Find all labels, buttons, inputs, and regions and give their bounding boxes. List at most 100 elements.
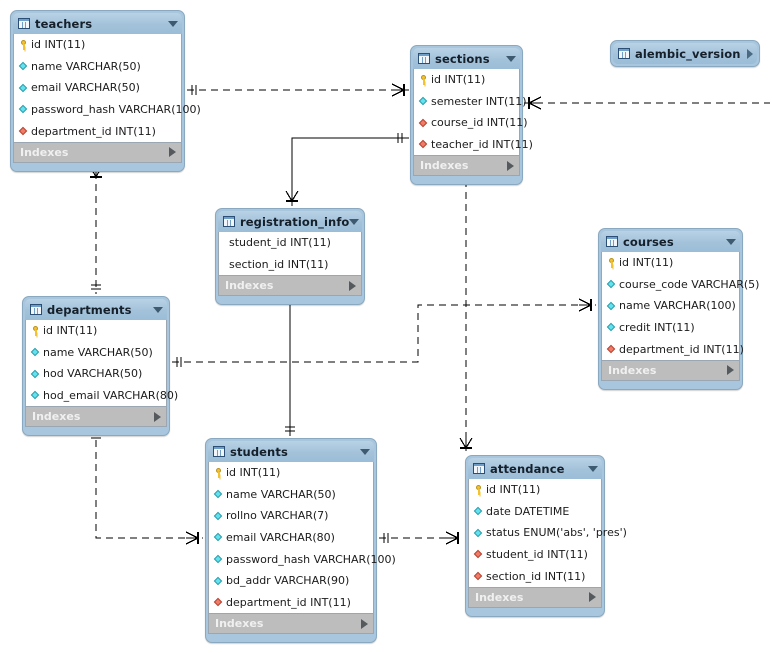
table-card-departments[interactable]: departments id INT(11) name VARCHAR(50) hod…: [22, 296, 178, 437]
column-row[interactable]: student_id INT(11): [469, 544, 601, 566]
column-row[interactable]: id INT(11): [209, 462, 373, 484]
column-label: name VARCHAR(50): [31, 59, 141, 73]
indexes-bar[interactable]: Indexes: [13, 142, 182, 163]
chevron-down-icon[interactable]: [349, 218, 360, 225]
column-icon: [19, 82, 28, 93]
table-card-students[interactable]: students id INT(11) name VARCHAR(50) rollno…: [205, 438, 396, 644]
table-card-teachers[interactable]: teachers id INT(11) name VARCHAR(50) email …: [10, 10, 201, 172]
table-header-departments[interactable]: departments: [25, 299, 167, 320]
column-row[interactable]: hod_email VARCHAR(80): [26, 385, 178, 407]
column-row[interactable]: name VARCHAR(100): [602, 295, 739, 317]
primary-key-icon: [31, 325, 40, 337]
column-row[interactable]: course_code VARCHAR(5): [602, 274, 759, 296]
column-row[interactable]: course_id INT(11): [414, 112, 528, 134]
column-icon: [19, 61, 28, 72]
table-card-sections[interactable]: sections id INT(11) semester INT(11) course…: [410, 45, 533, 186]
wire-sections-courses: [524, 96, 770, 110]
table-header-courses[interactable]: courses: [601, 231, 740, 252]
column-icon: [607, 322, 616, 333]
column-row[interactable]: credit INT(11): [602, 317, 739, 339]
column-label: department_id INT(11): [619, 342, 744, 356]
chevron-down-icon[interactable]: [168, 20, 178, 27]
column-label: rollno VARCHAR(7): [226, 509, 329, 523]
table-name-label: alembic_version: [635, 46, 741, 61]
table-card-attendance[interactable]: attendance id INT(11) date DATETIME status …: [465, 455, 627, 617]
chevron-right-icon[interactable]: [349, 280, 356, 291]
column-label: id INT(11): [486, 483, 541, 497]
chevron-right-icon[interactable]: [361, 618, 368, 629]
indexes-label: Indexes: [215, 617, 264, 631]
column-row[interactable]: password_hash VARCHAR(100): [14, 99, 201, 121]
column-row[interactable]: bd_addr VARCHAR(90): [209, 570, 373, 592]
column-row[interactable]: student_id INT(11): [219, 232, 361, 254]
table-header-teachers[interactable]: teachers: [13, 13, 182, 34]
column-row[interactable]: section_id INT(11): [469, 565, 601, 587]
indexes-bar[interactable]: Indexes: [25, 407, 167, 428]
wire-departments-students: [91, 433, 203, 545]
column-label: status ENUM('abs', 'pres'): [486, 526, 627, 540]
column-row[interactable]: password_hash VARCHAR(100): [209, 548, 396, 570]
table-name-label: courses: [623, 234, 674, 249]
column-row[interactable]: department_id INT(11): [602, 338, 744, 360]
primary-key-icon: [19, 39, 28, 51]
column-label: department_id INT(11): [226, 595, 351, 609]
indexes-bar[interactable]: Indexes: [413, 156, 520, 177]
indexes-bar[interactable]: Indexes: [468, 587, 602, 608]
column-row[interactable]: semester INT(11): [414, 91, 527, 113]
foreign-key-icon: [19, 126, 28, 137]
column-row[interactable]: id INT(11): [14, 34, 181, 56]
chevron-down-icon[interactable]: [588, 465, 598, 472]
column-row[interactable]: id INT(11): [414, 69, 519, 91]
column-row[interactable]: section_id INT(11): [219, 254, 361, 276]
column-row[interactable]: email VARCHAR(50): [14, 77, 181, 99]
table-header-alembic_version[interactable]: alembic_version: [613, 43, 757, 64]
table-card-courses[interactable]: courses id INT(11) course_code VARCHAR(5) n…: [598, 228, 759, 390]
indexes-bar[interactable]: Indexes: [208, 614, 374, 635]
foreign-key-icon: [214, 597, 223, 608]
column-row[interactable]: email VARCHAR(80): [209, 527, 373, 549]
table-header-sections[interactable]: sections: [413, 48, 520, 69]
column-label: section_id INT(11): [486, 569, 586, 583]
column-row[interactable]: rollno VARCHAR(7): [209, 505, 373, 527]
column-label: hod VARCHAR(50): [43, 367, 143, 381]
chevron-down-icon[interactable]: [726, 238, 736, 245]
table-header-registration_info[interactable]: registration_info: [218, 211, 362, 232]
column-row[interactable]: date DATETIME: [469, 501, 601, 523]
chevron-right-icon[interactable]: [507, 160, 514, 171]
indexes-bar[interactable]: Indexes: [218, 276, 362, 297]
er-diagram-canvas[interactable]: teachers id INT(11) name VARCHAR(50) email …: [0, 0, 772, 653]
chevron-right-icon[interactable]: [169, 147, 176, 158]
column-icon: [474, 506, 483, 517]
chevron-right-icon[interactable]: [727, 365, 734, 376]
column-row[interactable]: id INT(11): [26, 320, 166, 342]
foreign-key-icon: [419, 139, 428, 150]
table-card-alembic_version[interactable]: alembic_version: [610, 40, 760, 67]
column-label: password_hash VARCHAR(100): [31, 103, 201, 117]
column-row[interactable]: department_id INT(11): [14, 120, 181, 142]
table-header-attendance[interactable]: attendance: [468, 458, 602, 479]
column-row[interactable]: id INT(11): [602, 252, 739, 274]
chevron-down-icon[interactable]: [360, 448, 370, 455]
column-row[interactable]: id INT(11): [469, 479, 601, 501]
column-row[interactable]: name VARCHAR(50): [209, 484, 373, 506]
column-list: id INT(11) name VARCHAR(50) email VARCHAR(…: [13, 34, 201, 143]
table-header-students[interactable]: students: [208, 441, 374, 462]
column-row[interactable]: name VARCHAR(50): [26, 342, 166, 364]
indexes-bar[interactable]: Indexes: [601, 360, 740, 381]
column-label: name VARCHAR(100): [619, 299, 736, 313]
column-row[interactable]: teacher_id INT(11): [414, 134, 533, 156]
chevron-right-icon[interactable]: [154, 411, 161, 422]
column-row[interactable]: hod VARCHAR(50): [26, 363, 166, 385]
table-card-registration_info[interactable]: registration_info student_id INT(11) secti…: [215, 208, 365, 306]
column-row[interactable]: status ENUM('abs', 'pres'): [469, 522, 627, 544]
column-row[interactable]: name VARCHAR(50): [14, 56, 181, 78]
column-row[interactable]: department_id INT(11): [209, 592, 373, 614]
column-label: password_hash VARCHAR(100): [226, 552, 396, 566]
chevron-down-icon[interactable]: [153, 306, 163, 313]
chevron-right-icon[interactable]: [589, 592, 596, 603]
chevron-down-icon[interactable]: [506, 55, 516, 62]
wire-sections-attendance: [459, 175, 473, 453]
column-label: course_id INT(11): [431, 116, 528, 130]
column-label: id INT(11): [619, 256, 674, 270]
chevron-right-icon[interactable]: [747, 48, 753, 59]
